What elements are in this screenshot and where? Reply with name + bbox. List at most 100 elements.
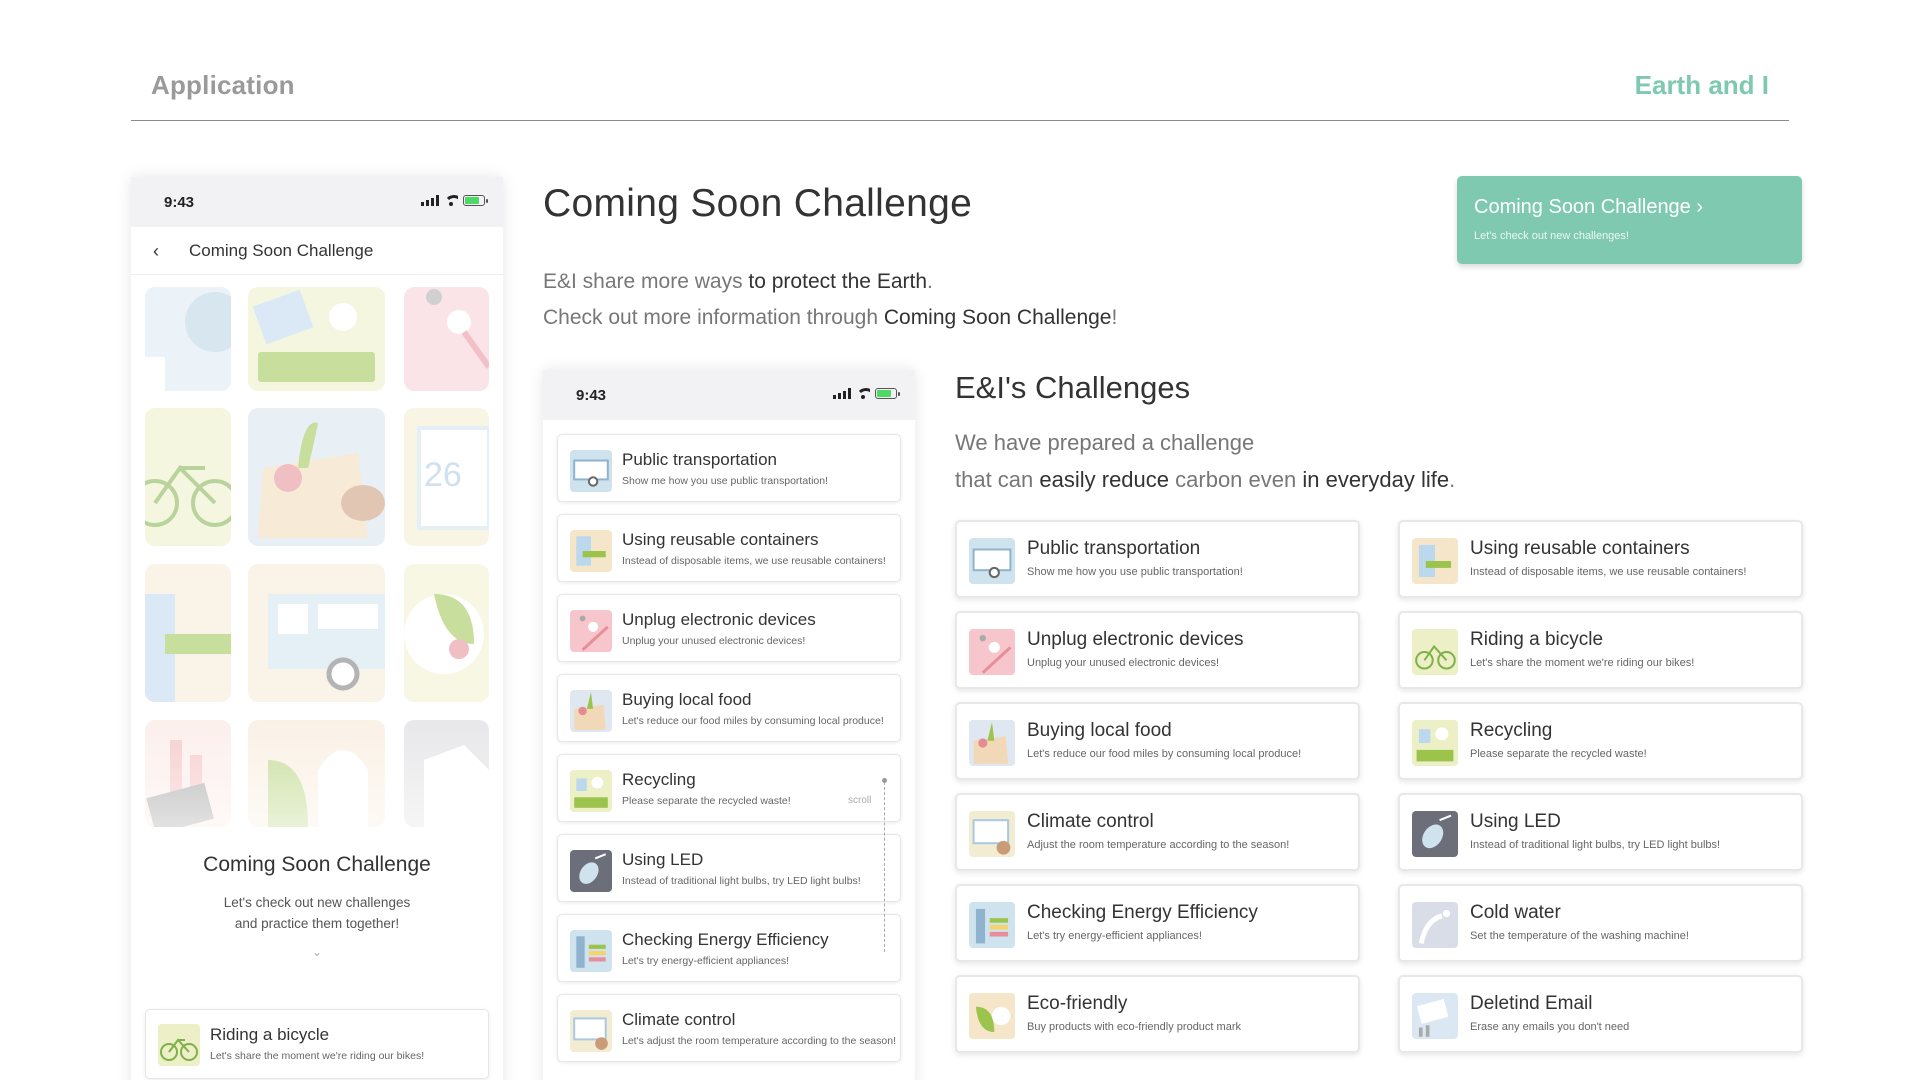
card-title: Climate control: [1027, 811, 1154, 832]
challenge-card[interactable]: Recycling Please separate the recycled wa…: [1398, 702, 1803, 780]
challenge-list-item[interactable]: Using LED Instead of traditional light bu…: [557, 834, 901, 902]
plug-icon: [969, 629, 1015, 675]
status-bar: 9:43: [543, 370, 915, 420]
bicycle-icon: [158, 1024, 200, 1066]
recycle-icon: [1412, 720, 1458, 766]
challenge-card[interactable]: Climate control Adjust the room temperatu…: [955, 793, 1360, 871]
container-icon: [1412, 538, 1458, 584]
grid-fade-overlay: [145, 717, 489, 917]
scroll-label: scroll: [848, 795, 872, 806]
card-title: Buying local food: [622, 690, 752, 709]
desc-emphasis: easily reduce: [1039, 467, 1170, 492]
card-description: Please separate the recycled waste!: [1470, 748, 1647, 760]
challenge-card[interactable]: Buying local food Let's reduce our food m…: [955, 702, 1360, 780]
page-description: E&I share more ways to protect the Earth…: [543, 264, 1117, 336]
challenge-card[interactable]: Public transportation Show me how you use…: [955, 520, 1360, 598]
challenge-card[interactable]: Riding a bicycle Let's share the moment w…: [1398, 611, 1803, 689]
cta-title: Coming Soon Challenge ›: [1474, 196, 1704, 218]
card-description: Unplug your unused electronic devices!: [622, 635, 806, 647]
leaf-icon: [969, 993, 1015, 1039]
plug-icon: [570, 610, 612, 652]
back-icon[interactable]: ‹: [153, 241, 159, 262]
desc-emphasis: to protect the Earth: [748, 270, 928, 293]
coming-soon-title: Coming Soon Challenge: [203, 853, 431, 876]
card-description: Buy products with eco-friendly product m…: [1027, 1021, 1241, 1033]
led-icon: [1412, 811, 1458, 857]
challenge-card[interactable]: Cold water Set the temperature of the was…: [1398, 884, 1803, 962]
challenge-list-item[interactable]: Unplug electronic devices Unplug your unu…: [557, 594, 901, 662]
card-title: Using reusable containers: [1470, 538, 1690, 559]
thermo-icon: [969, 811, 1015, 857]
battery-icon: [463, 195, 488, 206]
challenge-card[interactable]: Deletind Email Erase any emails you don't…: [1398, 975, 1803, 1053]
bus-icon: [570, 450, 612, 492]
challenge-image-grid: 26: [145, 287, 489, 917]
card-description: Show me how you use public transportatio…: [1027, 566, 1243, 578]
challenge-card[interactable]: Using reusable containers Instead of disp…: [1398, 520, 1803, 598]
card-title: Using reusable containers: [622, 530, 819, 549]
card-title: Recycling: [622, 770, 696, 789]
phone-mockup-challenge-list: 9:43 Public transportation Show me how yo…: [543, 370, 915, 1080]
cta-subtitle: Let's check out new challenges!: [1474, 230, 1629, 242]
card-description: Adjust the room temperature according to…: [1027, 839, 1290, 851]
card-title: Using LED: [622, 850, 704, 869]
desc-text: .: [1449, 467, 1456, 492]
bus-icon: [969, 538, 1015, 584]
card-title: Using LED: [1470, 811, 1561, 832]
card-description: Instead of traditional light bulbs, try …: [1470, 839, 1721, 851]
svg-text:26: 26: [424, 456, 462, 494]
tile-eco-friendly-image: [404, 564, 489, 702]
challenge-list-item[interactable]: Buying local food Let's reduce our food m…: [557, 674, 901, 742]
card-title: Riding a bicycle: [210, 1025, 330, 1044]
challenge-list-item[interactable]: Using reusable containers Instead of disp…: [557, 514, 901, 582]
email-icon: [1412, 993, 1458, 1039]
tile-bus-image: [248, 564, 385, 702]
scrollbar-track[interactable]: [884, 782, 885, 952]
wifi-icon: [856, 388, 870, 399]
card-title: Unplug electronic devices: [622, 610, 816, 629]
challenge-list-item[interactable]: Recycling Please separate the recycled wa…: [557, 754, 901, 822]
status-icons: [421, 195, 488, 206]
challenge-card[interactable]: Checking Energy Efficiency Let's try ener…: [955, 884, 1360, 962]
page-header: Application Earth and I: [131, 0, 1789, 121]
challenge-list-item[interactable]: Public transportation Show me how you use…: [557, 434, 901, 502]
signal-icon: [833, 388, 851, 399]
chevron-down-icon[interactable]: ⌄: [131, 945, 503, 959]
bicycle-icon: [1412, 629, 1458, 675]
challenge-card-riding-bicycle[interactable]: Riding a bicycle Let's share the moment …: [145, 1009, 489, 1079]
coming-soon-description: Let's check out new challenges and pract…: [131, 892, 503, 934]
card-description: Unplug your unused electronic devices!: [1027, 657, 1220, 669]
card-title: Deletind Email: [1470, 993, 1593, 1014]
status-time: 9:43: [576, 387, 607, 404]
energy-icon: [969, 902, 1015, 948]
energy-icon: [570, 930, 612, 972]
card-description: Show me how you use public transportatio…: [622, 475, 829, 487]
tile-reusable-container-image: [145, 564, 231, 702]
challenge-card[interactable]: Unplug electronic devices Unplug your unu…: [955, 611, 1360, 689]
challenge-card[interactable]: Eco-friendly Buy products with eco-friend…: [955, 975, 1360, 1053]
section-description: We have prepared a challenge that can ea…: [955, 424, 1455, 498]
coming-soon-challenge-button[interactable]: Coming Soon Challenge › Let's check out …: [1457, 176, 1802, 264]
card-description: Let's try energy-efficient appliances!: [1027, 930, 1202, 942]
card-description: Let's reduce our food miles by consuming…: [1027, 748, 1302, 760]
desc-line-1: We have prepared a challenge: [955, 430, 1255, 455]
challenge-list-item[interactable]: Climate control Let's adjust the room tem…: [557, 994, 901, 1062]
desc-text: Check out more information through: [543, 306, 884, 329]
tile-container-image: [145, 287, 231, 391]
card-title: Unplug electronic devices: [1027, 629, 1244, 650]
tile-local-food-image: [248, 408, 385, 546]
card-description: Let's try energy-efficient appliances!: [622, 955, 789, 967]
card-description: Let's share the moment we're riding our …: [210, 1050, 425, 1062]
section-title: E&I's Challenges: [955, 370, 1191, 405]
card-description: Let's share the moment we're riding our …: [1470, 657, 1695, 669]
thermo-icon: [570, 1010, 612, 1052]
challenge-card[interactable]: Using LED Instead of traditional light bu…: [1398, 793, 1803, 871]
challenge-list-item[interactable]: Checking Energy Efficiency Let's try ener…: [557, 914, 901, 982]
card-description: Set the temperature of the washing machi…: [1470, 930, 1689, 942]
status-icons: [833, 388, 900, 399]
scrollbar-handle[interactable]: [882, 778, 887, 783]
card-title: Eco-friendly: [1027, 993, 1128, 1014]
card-title: Buying local food: [1027, 720, 1172, 741]
food-icon: [570, 690, 612, 732]
brand-name: Earth and I: [1634, 70, 1769, 100]
